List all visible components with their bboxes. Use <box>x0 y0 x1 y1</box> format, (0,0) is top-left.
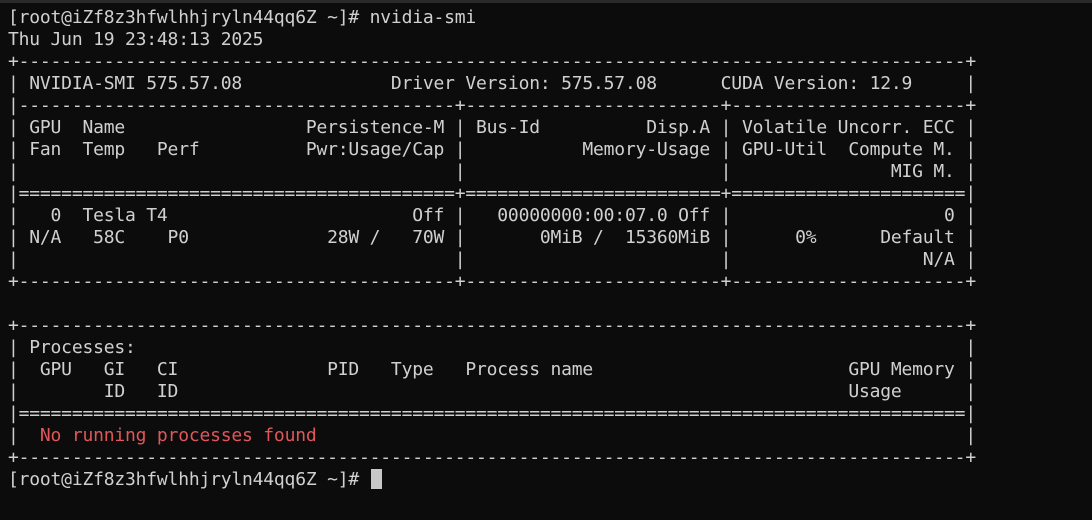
smi-table-line: | Processes: | <box>8 337 976 358</box>
command-line: [root@iZf8z3hfwlhhjryln44qq6Z ~]# nvidia… <box>8 7 1092 29</box>
no-processes-prefix: | <box>8 425 40 446</box>
no-processes-message: No running processes found <box>39 425 317 446</box>
smi-table-line: |=======================================… <box>8 183 976 204</box>
smi-table-line: +---------------------------------------… <box>8 315 976 336</box>
no-processes-suffix: | <box>316 425 976 446</box>
smi-table-line: | NVIDIA-SMI 575.57.08 Driver Version: 5… <box>8 73 976 94</box>
active-command-line[interactable]: [root@iZf8z3hfwlhhjryln44qq6Z ~]# <box>8 469 1092 491</box>
smi-table-line: | 0 Tesla T4 Off | 00000000:00:07.0 Off … <box>8 205 976 226</box>
smi-table-line: | N/A 58C P0 28W / 70W | 0MiB / 15360MiB… <box>8 227 976 248</box>
nvidia-smi-table: +---------------------------------------… <box>8 51 1092 425</box>
text-cursor <box>370 469 382 489</box>
smi-table-line: +---------------------------------------… <box>8 51 976 72</box>
smi-table-line: | | | MIG M. | <box>8 161 976 182</box>
smi-table-line <box>8 293 1092 315</box>
no-processes-line: | No running processes found | <box>8 425 1092 447</box>
terminal-window[interactable]: [root@iZf8z3hfwlhhjryln44qq6Z ~]# nvidia… <box>0 0 1092 520</box>
command-text: nvidia-smi <box>369 7 477 28</box>
shell-prompt: [root@iZf8z3hfwlhhjryln44qq6Z ~]# <box>8 7 370 28</box>
smi-table-line: |---------------------------------------… <box>8 95 976 116</box>
smi-table-line: | ID ID Usage | <box>8 381 976 402</box>
smi-table-line: | Fan Temp Perf Pwr:Usage/Cap | Memory-U… <box>8 139 976 160</box>
smi-table-line: | GPU Name Persistence-M | Bus-Id Disp.A… <box>8 117 976 138</box>
shell-prompt: [root@iZf8z3hfwlhhjryln44qq6Z ~]# <box>8 469 370 490</box>
table-bottom-border: +---------------------------------------… <box>8 447 976 468</box>
timestamp-line: Thu Jun 19 23:48:13 2025 <box>8 29 264 50</box>
smi-table-line: | GPU GI CI PID Type Process name GPU Me… <box>8 359 976 380</box>
smi-table-line: +---------------------------------------… <box>8 271 976 292</box>
smi-table-line: | | | N/A | <box>8 249 976 270</box>
smi-table-line: |=======================================… <box>8 403 976 424</box>
